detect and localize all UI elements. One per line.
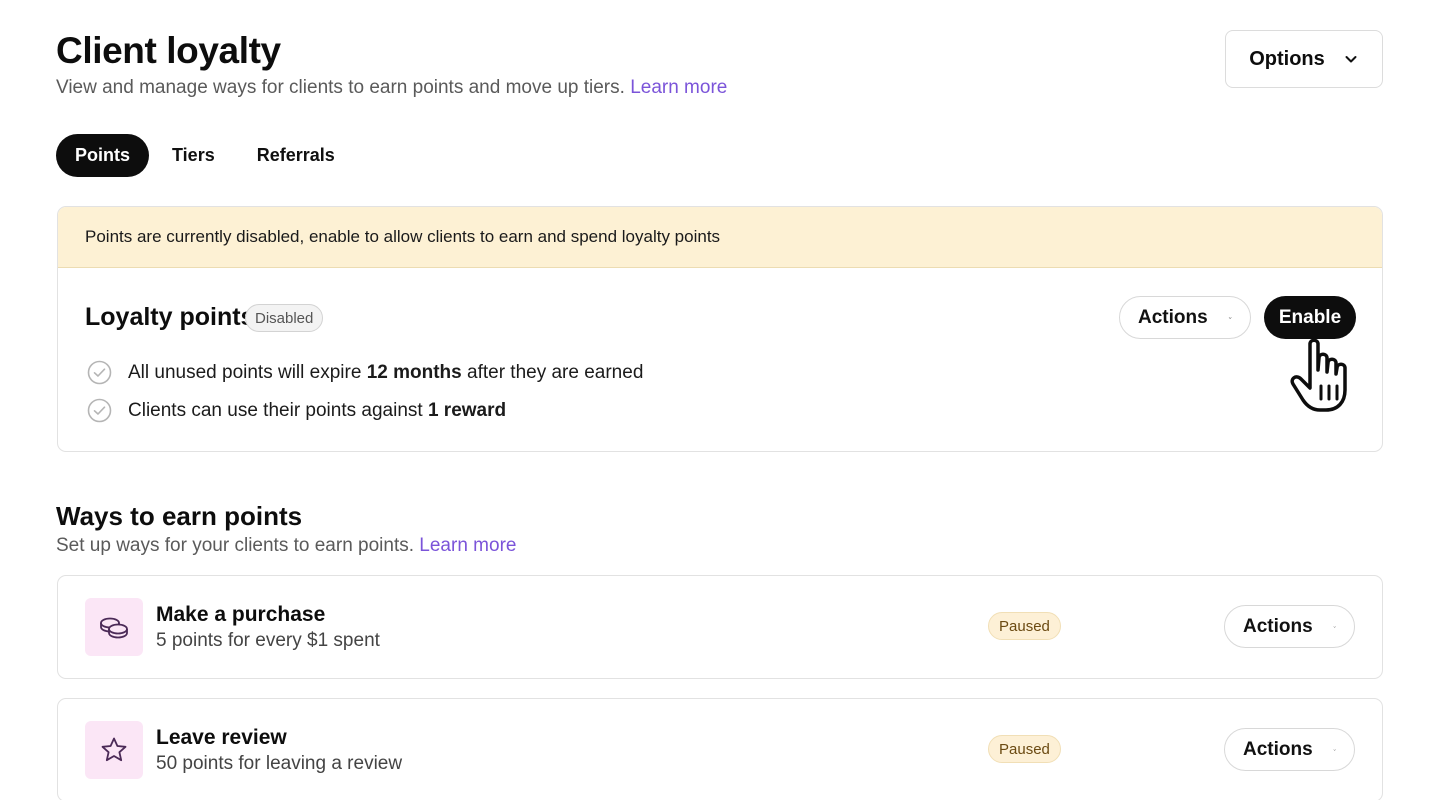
tab-points[interactable]: Points	[56, 134, 150, 177]
chevron-down-icon	[1333, 626, 1336, 628]
options-button-label: Options	[1249, 47, 1325, 70]
ways-to-earn-title: Ways to earn points	[56, 501, 303, 531]
page-header: Client loyalty View and manage ways for …	[56, 30, 727, 100]
hand-pointer-cursor-icon	[1290, 338, 1347, 412]
actions-button-label: Actions	[1138, 306, 1208, 328]
loyalty-points-title: Loyalty points	[85, 303, 255, 331]
check-circle-icon	[87, 398, 112, 423]
tab-referrals[interactable]: Referrals	[238, 134, 354, 177]
status-badge-paused: Paused	[988, 612, 1061, 640]
tab-tiers[interactable]: Tiers	[153, 134, 234, 177]
loyalty-actions-button[interactable]: Actions	[1119, 296, 1251, 339]
chevron-down-icon	[1333, 749, 1336, 751]
chevron-down-icon	[1228, 316, 1232, 319]
tab-bar: Points Tiers Referrals	[56, 134, 354, 177]
earn-item-name: Make a purchase	[156, 603, 326, 626]
chevron-down-icon	[1345, 56, 1357, 63]
page-subtitle-text: View and manage ways for clients to earn…	[56, 77, 625, 98]
earn-icon-tile	[85, 721, 143, 779]
disabled-banner: Points are currently disabled, enable to…	[58, 207, 1382, 268]
actions-button-label: Actions	[1243, 738, 1313, 760]
ways-to-earn-subtitle: Set up ways for your clients to earn poi…	[56, 534, 516, 558]
check-circle-icon	[87, 360, 112, 385]
ways-to-earn-subtitle-text: Set up ways for your clients to earn poi…	[56, 535, 415, 556]
earn-item-name: Leave review	[156, 726, 287, 749]
loyalty-card-body: Loyalty points Disabled Actions Enable A…	[58, 268, 1382, 451]
earn-item-actions-button[interactable]: Actions	[1224, 605, 1355, 648]
star-icon	[101, 737, 127, 762]
feature-text: All unused points will expire 12 months …	[128, 361, 644, 383]
status-badge-disabled: Disabled	[245, 304, 324, 332]
options-button[interactable]: Options	[1225, 30, 1383, 88]
earn-icon-tile	[85, 598, 143, 656]
loyalty-points-card: Points are currently disabled, enable to…	[57, 206, 1383, 452]
feature-text: Clients can use their points against 1 r…	[128, 399, 507, 421]
enable-button[interactable]: Enable	[1264, 296, 1356, 339]
client-loyalty-page: Client loyalty View and manage ways for …	[0, 0, 1440, 800]
feature-item-reward: Clients can use their points against 1 r…	[87, 398, 506, 423]
coins-icon	[100, 617, 128, 639]
earn-item-actions-button[interactable]: Actions	[1224, 728, 1355, 771]
earn-item-description: 5 points for every $1 spent	[156, 630, 380, 651]
header-learn-more-link[interactable]: Learn more	[630, 77, 727, 98]
earn-item-description: 50 points for leaving a review	[156, 753, 403, 774]
feature-item-expiry: All unused points will expire 12 months …	[87, 360, 643, 385]
earn-learn-more-link[interactable]: Learn more	[419, 535, 516, 556]
status-badge-paused: Paused	[988, 735, 1061, 763]
earn-item-review: Leave review 50 points for leaving a rev…	[57, 698, 1383, 800]
page-subtitle: View and manage ways for clients to earn…	[56, 76, 727, 100]
page-title: Client loyalty	[56, 30, 281, 71]
actions-button-label: Actions	[1243, 615, 1313, 637]
ways-to-earn-section: Ways to earn points Set up ways for your…	[56, 500, 516, 558]
earn-item-purchase: Make a purchase 5 points for every $1 sp…	[57, 575, 1383, 679]
